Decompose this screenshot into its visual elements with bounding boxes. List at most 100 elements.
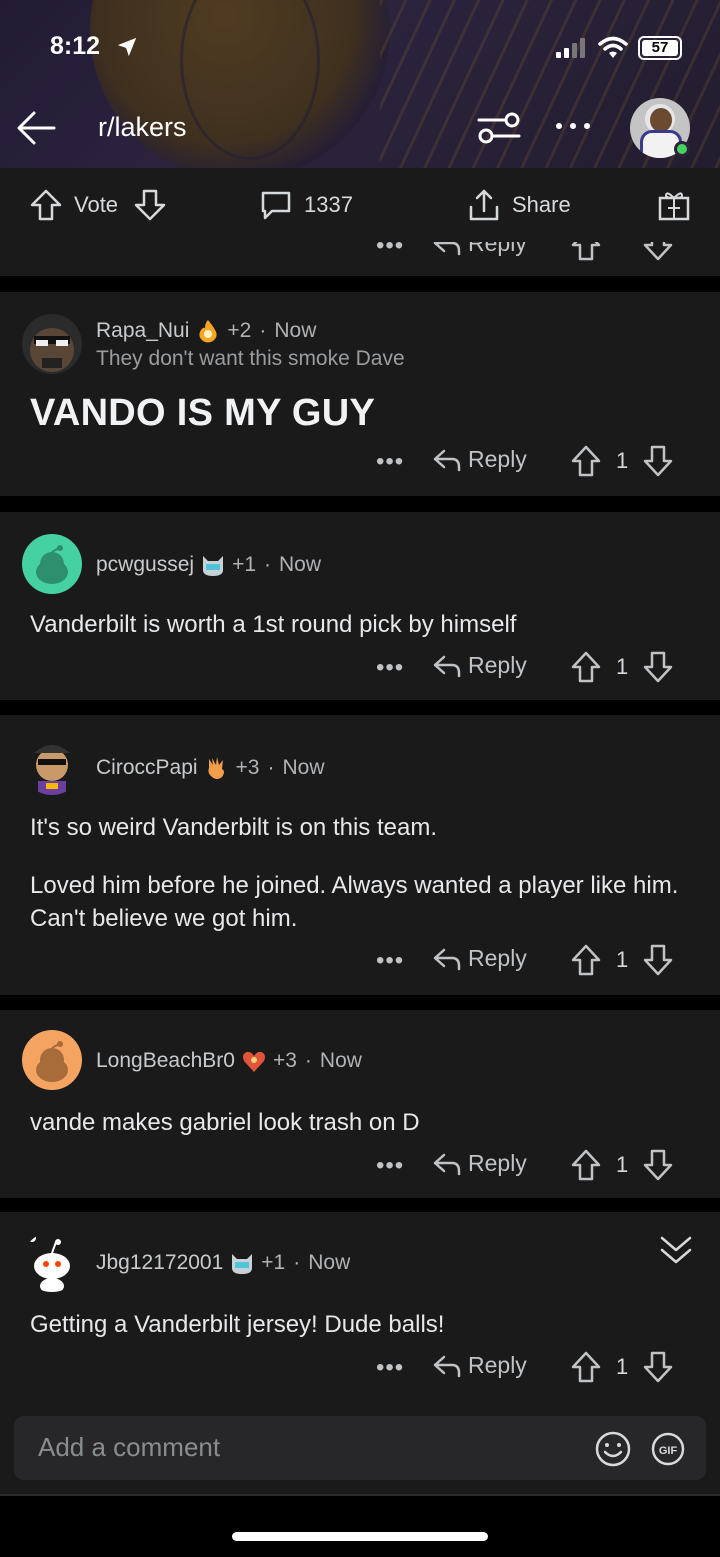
award-cat-icon — [203, 556, 224, 576]
comment-meta: Rapa_Nui +2 · Now — [96, 319, 317, 343]
comment-actions: ••• Reply 1 — [0, 444, 720, 484]
downvote-icon[interactable] — [132, 187, 168, 223]
status-bar: 8:12 57 — [0, 30, 720, 66]
comment-username[interactable]: pcwgussej — [96, 553, 194, 577]
comment-avatar[interactable] — [22, 1232, 82, 1292]
award-button[interactable] — [656, 168, 692, 242]
vote-label: Vote — [74, 192, 119, 217]
comment-avatar[interactable] — [22, 534, 82, 594]
reply-button[interactable]: Reply — [432, 242, 527, 257]
comment-karma: +1 — [232, 553, 257, 576]
reply-button[interactable]: Reply — [432, 446, 527, 473]
reply-arrow-icon — [433, 655, 461, 677]
comment-bubble-icon — [261, 191, 291, 220]
comment-avatar[interactable] — [22, 735, 82, 795]
reply-arrow-icon — [433, 449, 461, 471]
location-arrow-icon — [117, 37, 137, 57]
comment-username[interactable]: Jbg12172001 — [96, 1251, 223, 1275]
comment-body: VANDO IS MY GUY — [30, 392, 376, 434]
divider — [0, 1494, 720, 1496]
award-cat-icon — [232, 1254, 253, 1274]
comment-username[interactable]: LongBeachBr0 — [96, 1049, 235, 1073]
comment-body: Vanderbilt is worth a 1st round pick by … — [30, 611, 517, 638]
comments-button[interactable]: 1337 — [258, 168, 353, 242]
share-icon — [469, 189, 499, 221]
comment-meta: Jbg12172001 +1 · Now — [96, 1251, 351, 1275]
more-options-icon[interactable] — [554, 116, 592, 136]
reply-arrow-icon — [433, 1153, 461, 1175]
wifi-icon — [598, 36, 628, 58]
comment-username[interactable]: Rapa_Nui — [96, 319, 189, 343]
vote-count: 1 — [616, 448, 629, 473]
comment-karma: +3 — [272, 1049, 297, 1072]
comment-avatar[interactable] — [22, 1030, 82, 1090]
downvote-icon[interactable] — [642, 1148, 674, 1182]
comment-card: LongBeachBr0 +3 · Now vande makes gabrie… — [0, 1010, 720, 1198]
comment-more-icon[interactable]: ••• — [376, 947, 404, 975]
comment-actions: ••• Reply 1 — [0, 943, 720, 983]
add-comment-placeholder: Add a comment — [38, 1432, 221, 1462]
gift-award-icon — [658, 192, 690, 221]
downvote-icon[interactable] — [642, 1350, 674, 1384]
comment-more-icon[interactable]: ••• — [376, 654, 404, 682]
comment-karma: +1 — [261, 1251, 286, 1274]
comment-more-icon[interactable]: ••• — [376, 1354, 404, 1382]
comment-avatar[interactable] — [22, 314, 82, 374]
comment-more-icon[interactable]: ••• — [376, 448, 404, 476]
online-status-dot — [674, 141, 690, 157]
comment-card: CiroccPapi +3 · Now It's so weird Vander… — [0, 715, 720, 995]
comment-more-icon[interactable]: ••• — [376, 242, 404, 260]
downvote-icon[interactable] — [642, 943, 674, 977]
comment-card: Rapa_Nui +2 · Now They don't want this s… — [0, 292, 720, 496]
gif-icon[interactable]: GIF — [650, 1432, 686, 1466]
comment-actions: ••• Reply 1 — [0, 1350, 720, 1390]
comment-time: Now — [308, 1251, 351, 1274]
comment-time: Now — [282, 756, 325, 779]
downvote-icon[interactable] — [642, 444, 674, 478]
reply-button[interactable]: Reply — [432, 652, 527, 679]
previous-comment-actions-partial: ••• Reply — [0, 242, 720, 276]
upvote-icon[interactable] — [570, 1350, 602, 1384]
upvote-icon[interactable] — [28, 187, 64, 223]
comment-body-line: Loved him before he joined. Always wante… — [30, 872, 679, 932]
comment-count: 1337 — [304, 192, 353, 217]
comment-body: Getting a Vanderbilt jersey! Dude balls! — [30, 1311, 445, 1338]
downvote-icon[interactable] — [642, 242, 674, 262]
upvote-icon[interactable] — [570, 444, 602, 478]
comment-more-icon[interactable]: ••• — [376, 1152, 404, 1180]
downvote-icon[interactable] — [642, 650, 674, 684]
sort-filter-icon[interactable] — [476, 108, 522, 148]
vote-control: Vote — [28, 168, 168, 242]
reply-button[interactable]: Reply — [432, 945, 527, 972]
home-indicator — [232, 1532, 488, 1541]
upvote-icon[interactable] — [570, 650, 602, 684]
subreddit-title[interactable]: r/lakers — [98, 112, 187, 143]
comment-actions: ••• Reply 1 — [0, 650, 720, 690]
comment-body-line: It's so weird Vanderbilt is on this team… — [30, 814, 437, 841]
vote-count: 1 — [616, 1354, 629, 1379]
comment-actions: ••• Reply 1 — [0, 1148, 720, 1188]
comment-time: Now — [319, 1049, 362, 1072]
reply-button[interactable]: Reply — [432, 1150, 527, 1177]
emoji-smile-icon[interactable] — [594, 1430, 632, 1468]
upvote-icon[interactable] — [570, 943, 602, 977]
comment-meta: pcwgussej +1 · Now — [96, 553, 322, 577]
battery-level: 57 — [642, 40, 678, 56]
comment-time: Now — [274, 319, 317, 342]
reply-arrow-icon — [433, 948, 461, 970]
upvote-icon[interactable] — [570, 1148, 602, 1182]
upvote-icon[interactable] — [570, 242, 602, 262]
cellular-signal-icon — [556, 38, 585, 58]
comment-meta: CiroccPapi +3 · Now — [96, 756, 325, 780]
comment-karma: +3 — [235, 756, 260, 779]
battery-icon: 57 — [638, 36, 682, 60]
back-arrow-icon[interactable] — [14, 108, 58, 148]
share-button[interactable]: Share — [466, 168, 571, 242]
reply-button[interactable]: Reply — [432, 1352, 527, 1379]
reply-arrow-icon — [433, 1355, 461, 1377]
vote-count: 1 — [616, 654, 629, 679]
collapse-chevrons-icon[interactable] — [656, 1230, 696, 1270]
comment-username[interactable]: CiroccPapi — [96, 756, 198, 780]
award-flame-icon — [199, 320, 218, 343]
award-hand-icon — [207, 757, 224, 779]
